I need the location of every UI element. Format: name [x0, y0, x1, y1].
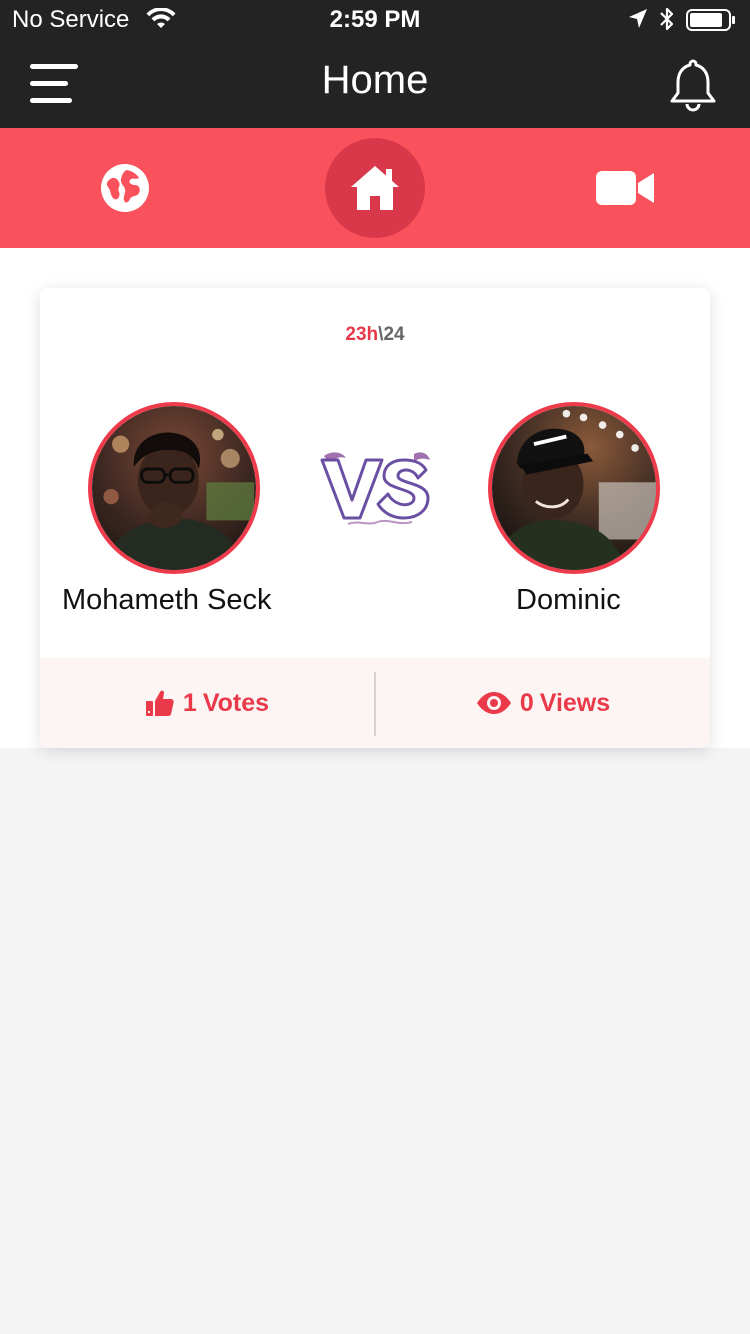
votes-count: 1 — [182, 688, 197, 717]
bell-icon[interactable] — [666, 56, 720, 112]
eye-icon — [476, 692, 511, 714]
battle-stats-footer: 1 Votes 0 Views — [40, 658, 710, 748]
views-count: 0 — [519, 688, 534, 717]
battery-icon — [686, 9, 735, 31]
avatar-right-player[interactable] — [488, 402, 660, 574]
player-photo — [492, 406, 656, 570]
player-photo — [92, 406, 256, 570]
tab-video[interactable] — [592, 164, 658, 212]
vs-logo — [320, 452, 430, 525]
globe-icon — [101, 164, 149, 212]
votes-label: Votes — [202, 688, 270, 717]
status-bar: No Service 2:59 PM — [0, 0, 750, 40]
thumbs-up-icon — [145, 690, 174, 716]
views-label: Views — [539, 688, 611, 717]
video-camera-icon — [596, 171, 654, 205]
battle-timer: 23h\24 — [40, 324, 710, 346]
nav-bar: Home — [0, 40, 750, 128]
tab-home[interactable] — [325, 138, 425, 238]
tab-bar — [0, 128, 750, 248]
page-title: Home — [321, 58, 429, 102]
views-button[interactable]: 0 Views — [376, 658, 710, 748]
tab-explore[interactable] — [95, 158, 155, 218]
timer-elapsed: 23h — [345, 324, 379, 345]
right-player-name[interactable]: Dominic — [516, 584, 621, 617]
bluetooth-icon — [660, 7, 674, 31]
location-arrow-icon — [629, 9, 647, 28]
home-icon — [351, 166, 399, 210]
timer-total: 24 — [383, 324, 405, 345]
avatar-left-player[interactable] — [88, 402, 260, 574]
left-player-name[interactable]: Mohameth Seck — [62, 584, 272, 617]
battle-card[interactable]: 23h\24 Mohameth Seck Dominic 1 Votes 0 V… — [40, 288, 710, 748]
votes-button[interactable]: 1 Votes — [40, 658, 374, 748]
